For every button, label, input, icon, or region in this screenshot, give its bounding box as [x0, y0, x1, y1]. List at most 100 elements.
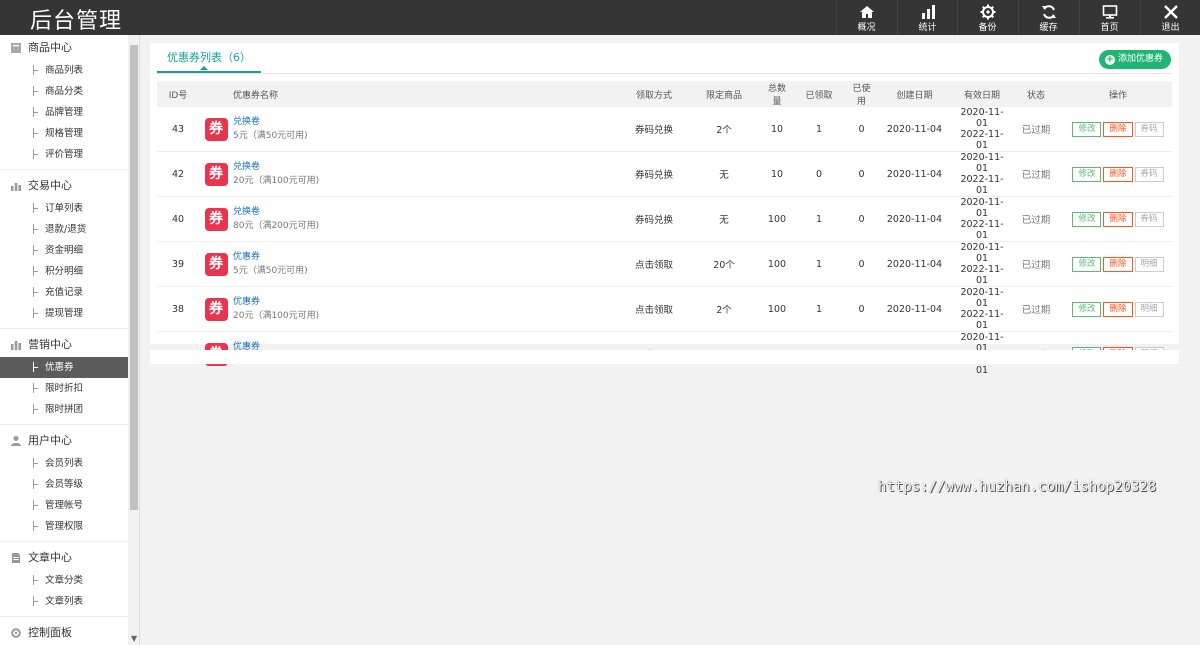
sidebar-scrollbar[interactable]: ▼ — [128, 35, 139, 645]
delete-button[interactable]: 删除 — [1103, 301, 1133, 317]
nav-overview-label: 概况 — [857, 23, 876, 33]
coupon-desc: 20元（满100元可用) — [233, 311, 320, 321]
sidebar-item-members[interactable]: 会员列表 — [0, 453, 128, 474]
sidebar-item-recharge[interactable]: 充值记录 — [0, 282, 128, 303]
sidebar-item-coupon[interactable]: 优惠券 — [0, 357, 128, 378]
sidebar-divider — [0, 328, 128, 329]
nav-backup-label: 备份 — [978, 23, 997, 33]
top-bar: 后台管理 概况 统计 备份 缓存 首页 退出 — [0, 0, 1200, 35]
tree-line-icon — [33, 596, 39, 606]
sidebar-item-group-buy[interactable]: 限时拼团 — [0, 399, 128, 420]
sidebar-item-label: 提现管理 — [45, 308, 84, 319]
cell-method: 券码兑换 — [626, 151, 682, 197]
sidebar-item-spec[interactable]: 规格管理 — [0, 123, 128, 144]
cell-method: 点击领取 — [626, 241, 682, 287]
cell-id: 43 — [157, 107, 199, 152]
delete-button[interactable]: 删除 — [1103, 121, 1133, 137]
delete-button[interactable]: 删除 — [1103, 256, 1133, 272]
nav-stats-button[interactable]: 统计 — [897, 0, 957, 35]
sidebar-section-users[interactable]: 用户中心 — [0, 429, 128, 453]
sidebar-item-member-level[interactable]: 会员等级 — [0, 474, 128, 495]
delete-button[interactable]: 删除 — [1103, 211, 1133, 227]
sidebar-section-goods[interactable]: 商品中心 — [0, 36, 128, 60]
valid-from: 2020-11-01 — [960, 152, 1004, 174]
nav-cache-button[interactable]: 缓存 — [1018, 0, 1078, 35]
sidebar-item-article-list[interactable]: 文章列表 — [0, 591, 128, 612]
details-button[interactable]: 明细 — [1134, 256, 1164, 272]
cell-valid: 2020-11-012022-11-01 — [956, 151, 1008, 197]
coupon-name-link[interactable]: 优惠券 — [233, 295, 626, 309]
coupon-code-button[interactable]: 券码 — [1134, 121, 1164, 137]
coupon-code-button[interactable]: 券码 — [1134, 211, 1164, 227]
sidebar-item-withdraw[interactable]: 提现管理 — [0, 303, 128, 324]
scrollbar-thumb[interactable] — [130, 45, 138, 510]
nav-backup-button[interactable]: 备份 — [957, 0, 1017, 35]
sidebar-section-articles[interactable]: 文章中心 — [0, 546, 128, 570]
table-row: 40 券 兑换卷 80元（满200元可用) 券码兑换 无 100 1 0 2020… — [157, 196, 1172, 242]
coupon-name-link[interactable]: 优惠券 — [233, 250, 626, 264]
sidebar-item-label: 会员等级 — [45, 479, 84, 490]
nav-overview-button[interactable]: 概况 — [836, 0, 896, 35]
sidebar-item-label: 文章列表 — [45, 596, 84, 607]
coupon-code-button[interactable]: 券码 — [1134, 166, 1164, 182]
tree-line-icon — [33, 383, 39, 393]
edit-button[interactable]: 修改 — [1072, 121, 1102, 137]
monitor-icon — [1102, 5, 1117, 19]
sidebar-item-label: 优惠券 — [45, 362, 74, 373]
tab-caret-icon — [200, 66, 208, 70]
sidebar-section-marketing[interactable]: 营销中心 — [0, 333, 128, 357]
coupon-name-link[interactable]: 兑换卷 — [233, 205, 626, 219]
coupon-name-link[interactable]: 兑换卷 — [233, 160, 626, 174]
cell-id: 42 — [157, 151, 199, 197]
cell-created: 2020-11-04 — [873, 286, 956, 332]
sidebar-item-refund[interactable]: 退款/退货 — [0, 219, 128, 240]
add-coupon-label: 添加优惠券 — [1117, 54, 1163, 64]
home-icon — [859, 6, 874, 18]
nav-home-button[interactable]: 首页 — [1079, 0, 1139, 35]
cell-total: 100 — [766, 286, 788, 332]
sidebar-item-flash-discount[interactable]: 限时折扣 — [0, 378, 128, 399]
sidebar-item-goods-list[interactable]: 商品列表 — [0, 60, 128, 81]
add-coupon-button[interactable]: + 添加优惠券 — [1098, 50, 1171, 69]
sidebar-section-label: 交易中心 — [28, 179, 72, 192]
tree-line-icon — [33, 149, 39, 159]
tab-divider — [157, 73, 1172, 74]
cell-badge: 券 — [199, 151, 233, 197]
sidebar-section-control-panel[interactable]: 控制面板 — [0, 621, 128, 645]
refresh-icon — [1041, 5, 1056, 19]
cell-used: 0 — [850, 241, 873, 287]
sidebar-item-points[interactable]: 积分明细 — [0, 261, 128, 282]
sidebar: 商品中心 商品列表 商品分类 品牌管理 规格管理 评价管理 交易中心 订单列表 … — [0, 35, 140, 645]
tree-line-icon — [33, 458, 39, 468]
cell-actions: 修改 删除 券码 — [1064, 151, 1172, 197]
edit-button[interactable]: 修改 — [1072, 256, 1102, 272]
sidebar-item-orders[interactable]: 订单列表 — [0, 198, 128, 219]
edit-button[interactable]: 修改 — [1072, 166, 1102, 182]
col-method: 领取方式 — [626, 81, 682, 107]
plus-icon: + — [1104, 54, 1115, 65]
tree-line-icon — [33, 86, 39, 96]
sidebar-item-review[interactable]: 评价管理 — [0, 144, 128, 165]
edit-button[interactable]: 修改 — [1072, 211, 1102, 227]
sidebar-section-trade[interactable]: 交易中心 — [0, 174, 128, 198]
sidebar-item-article-category[interactable]: 文章分类 — [0, 570, 128, 591]
delete-button[interactable]: 删除 — [1103, 166, 1133, 182]
col-name: 优惠券名称 — [233, 81, 626, 107]
cell-badge: 券 — [199, 107, 233, 152]
sidebar-item-admin-permissions[interactable]: 管理权限 — [0, 516, 128, 537]
sidebar-item-goods-category[interactable]: 商品分类 — [0, 81, 128, 102]
nav-logout-button[interactable]: 退出 — [1140, 0, 1200, 35]
edit-button[interactable]: 修改 — [1072, 301, 1102, 317]
sidebar-item-label: 订单列表 — [45, 203, 84, 214]
table-row: 43 券 兑换卷 5元（满50元可用) 券码兑换 2个 10 1 0 2020-1… — [157, 107, 1172, 152]
sidebar-item-admin-accounts[interactable]: 管理帐号 — [0, 495, 128, 516]
cell-received: 1 — [788, 286, 850, 332]
sidebar-item-brand[interactable]: 品牌管理 — [0, 102, 128, 123]
coupon-desc: 20元（满100元可用) — [233, 176, 320, 186]
cell-received: 1 — [788, 241, 850, 287]
details-button[interactable]: 明细 — [1134, 301, 1164, 317]
scroll-down-arrow-icon[interactable]: ▼ — [131, 634, 137, 643]
tab-coupon-list[interactable]: 优惠券列表（6） — [157, 50, 261, 73]
sidebar-item-funds[interactable]: 资金明细 — [0, 240, 128, 261]
coupon-name-link[interactable]: 兑换卷 — [233, 115, 626, 129]
